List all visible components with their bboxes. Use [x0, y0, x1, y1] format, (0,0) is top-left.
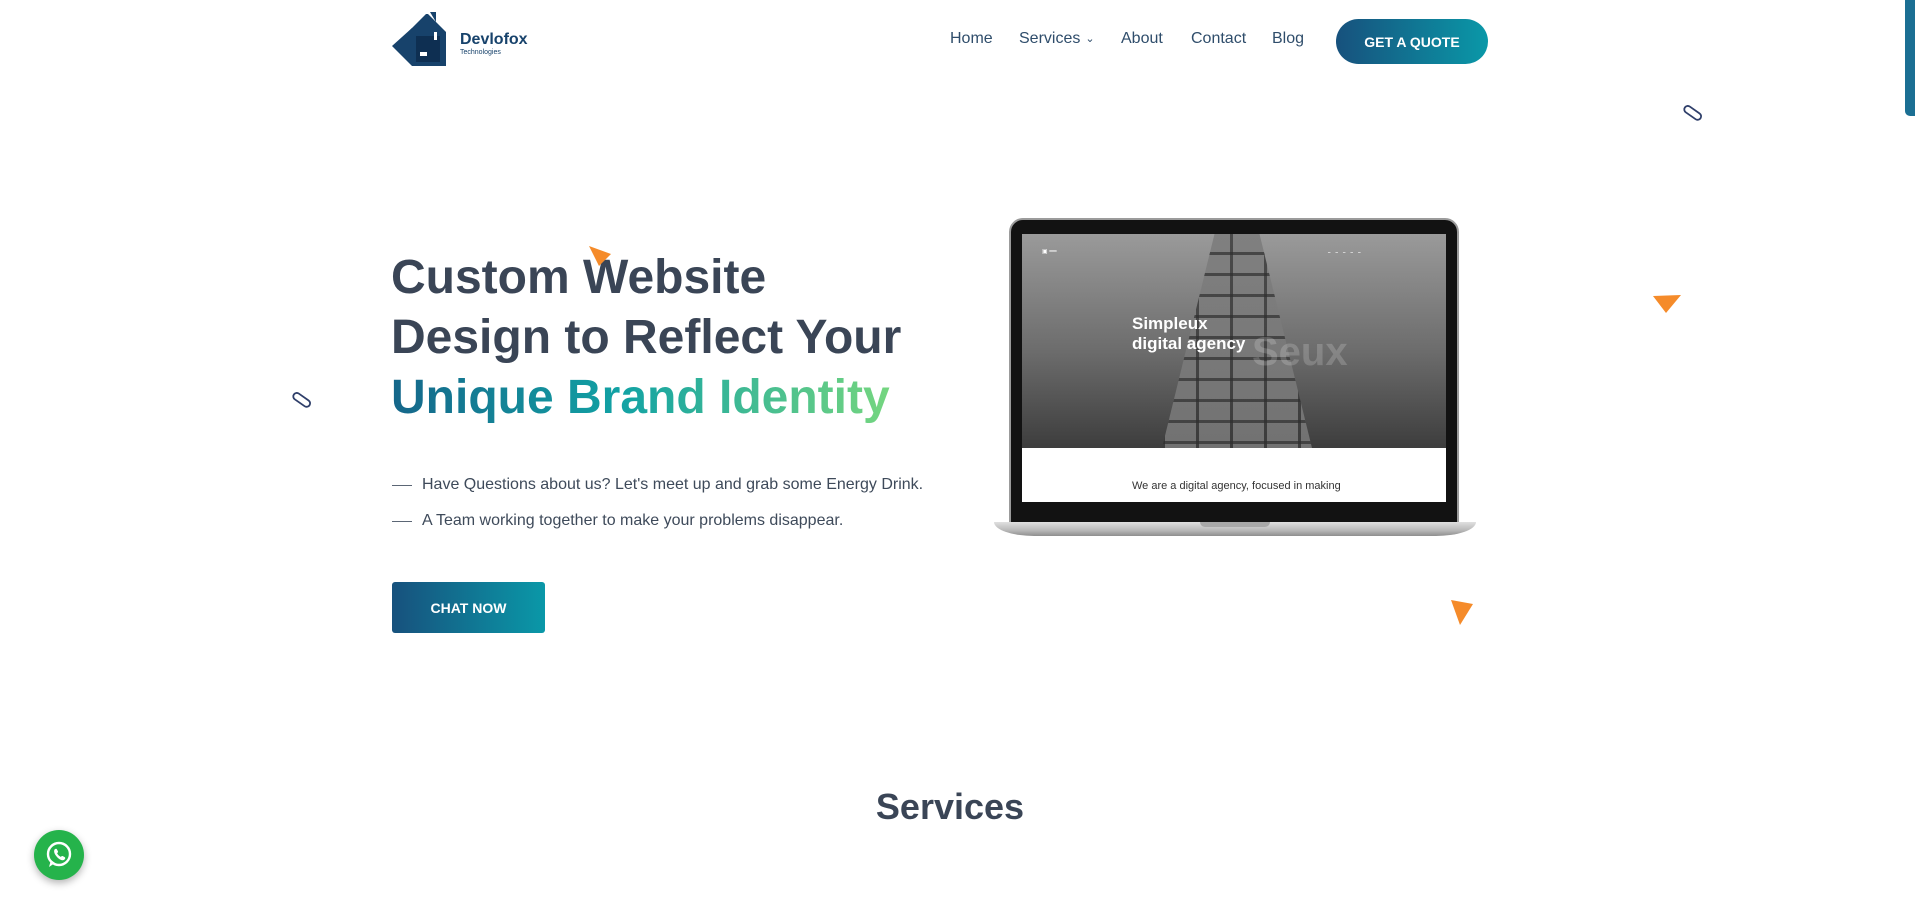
- house-logo-icon: [392, 12, 446, 66]
- orange-triangle-icon: [1653, 295, 1681, 313]
- laptop-notch: [1200, 522, 1270, 527]
- dash-icon: [392, 484, 412, 486]
- whatsapp-button[interactable]: [34, 830, 84, 880]
- services-heading: Services: [875, 786, 1025, 827]
- hero-title-line-1: Custom Website: [391, 251, 767, 304]
- chevron-down-icon: ⌄: [1085, 33, 1095, 45]
- capsule-outline-icon: [1683, 105, 1703, 121]
- laptop-screen: ▣ ━━ ━ ━ ━ ━ ━ Seux Simpleux digital age…: [1022, 234, 1446, 502]
- nav-item-about[interactable]: About: [1121, 30, 1163, 48]
- brand-tagline: Technologies: [460, 49, 501, 56]
- screen-hero-image: ▣ ━━ ━ ━ ━ ━ ━ Seux Simpleux digital age…: [1022, 234, 1446, 448]
- nav-item-contact[interactable]: Contact: [1191, 30, 1246, 48]
- screen-logo-icon: ▣ ━━: [1042, 249, 1057, 255]
- orange-triangle-icon: [589, 246, 611, 266]
- get-a-quote-button[interactable]: GET A QUOTE: [1336, 19, 1488, 64]
- hero-bullet-text: Have Questions about us? Let's meet up a…: [422, 476, 924, 493]
- brand-logo[interactable]: Devlofox Technologies: [392, 8, 542, 70]
- screen-ghost-text: Seux: [1252, 330, 1348, 374]
- screen-title-line-1: Simpleux: [1132, 314, 1208, 333]
- capsule-outline-icon: [292, 392, 312, 408]
- orange-triangle-icon: [1451, 600, 1473, 625]
- hero-title: Custom Website Design to Reflect Your Un…: [391, 248, 901, 428]
- screen-nav: ━ ━ ━ ━ ━: [1328, 250, 1363, 255]
- brand-name: Devlofox: [460, 31, 528, 48]
- whatsapp-icon: [46, 841, 72, 867]
- hero-bullet: A Team working together to make your pro…: [392, 512, 843, 530]
- nav-item-home[interactable]: Home: [950, 30, 993, 48]
- nav-item-blog[interactable]: Blog: [1272, 30, 1304, 48]
- nav-item-services-label: Services: [1019, 30, 1081, 47]
- nav-item-services[interactable]: Services ⌄: [1019, 30, 1095, 48]
- chat-now-button[interactable]: CHAT NOW: [392, 582, 545, 633]
- hero-title-highlight: Unique Brand Identity: [391, 368, 901, 428]
- screen-title-line-2: digital agency: [1132, 334, 1246, 353]
- screen-body-text: We are a digital agency, focused in maki…: [1132, 480, 1341, 492]
- scrollbar-thumb[interactable]: [1905, 0, 1915, 116]
- laptop-mockup: ▣ ━━ ━ ━ ━ ━ ━ Seux Simpleux digital age…: [994, 216, 1476, 540]
- hero-bullet: Have Questions about us? Let's meet up a…: [392, 476, 923, 494]
- dash-icon: [392, 520, 412, 522]
- hero-title-line-2: Design to Reflect Your: [391, 311, 902, 364]
- hero-bullet-text: A Team working together to make your pro…: [422, 512, 844, 529]
- screen-title: Simpleux digital agency: [1132, 314, 1245, 354]
